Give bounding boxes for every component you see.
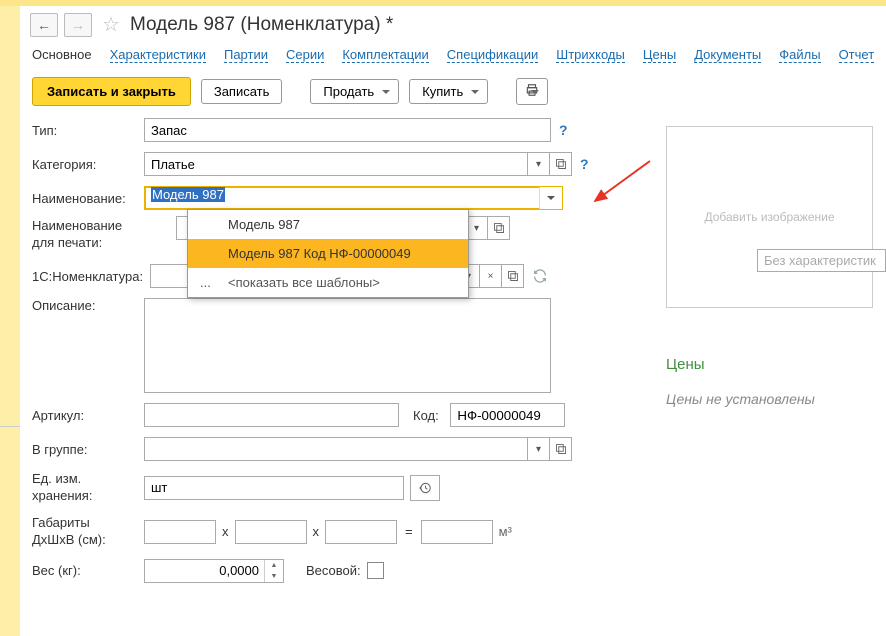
description-label: Описание: [32, 298, 144, 313]
tab-prices[interactable]: Цены [643, 47, 676, 63]
dim-equals: = [405, 524, 413, 539]
name-dropdown-option-2[interactable]: Модель 987 Код НФ-00000049 [188, 239, 468, 268]
type-label: Тип: [32, 123, 144, 138]
group-dropdown-button[interactable]: ▾ [528, 437, 550, 461]
nomenclature-label: 1С:Номенклатура: [32, 269, 150, 284]
unit-cubic-meter: м³ [499, 524, 512, 539]
code-input[interactable] [450, 403, 565, 427]
article-input[interactable] [144, 403, 399, 427]
description-textarea[interactable] [144, 298, 551, 393]
tab-main[interactable]: Основное [32, 47, 92, 63]
save-and-close-button[interactable]: Записать и закрыть [32, 77, 191, 106]
name-dropdown-option-1[interactable]: Модель 987 [188, 210, 468, 239]
dim-volume-input[interactable] [421, 520, 493, 544]
dims-label-1: Габариты [32, 515, 144, 532]
weight-flag-label: Весовой: [306, 563, 361, 578]
group-label: В группе: [32, 442, 144, 457]
name-dropdown-show-all[interactable]: <показать все шаблоны> [188, 268, 468, 297]
tab-complect[interactable]: Комплектации [342, 47, 428, 63]
weight-flag-checkbox[interactable] [367, 562, 384, 579]
group-input[interactable] [144, 437, 528, 461]
category-input[interactable] [144, 152, 528, 176]
open-external-icon [493, 222, 505, 234]
clock-back-icon [418, 481, 432, 495]
unit-history-button[interactable] [410, 475, 440, 501]
name-print-dropdown-button[interactable]: ▾ [466, 216, 488, 240]
name-print-label-1: Наименование [32, 218, 144, 235]
open-external-icon [555, 158, 567, 170]
dim-x1: x [222, 524, 229, 539]
category-label: Категория: [32, 157, 144, 172]
characteristics-select[interactable]: Без характеристик [757, 249, 886, 272]
prices-heading: Цены [666, 356, 876, 373]
name-dropdown-list: Модель 987 Модель 987 Код НФ-00000049 <п… [187, 209, 469, 298]
sell-dropdown-button[interactable]: Продать [310, 79, 399, 104]
save-button[interactable]: Записать [201, 79, 283, 104]
print-dropdown-button[interactable] [516, 78, 548, 105]
type-input[interactable] [144, 118, 551, 142]
dim-width-input[interactable] [235, 520, 307, 544]
weight-spinner[interactable]: ▲▼ [264, 560, 283, 582]
unit-input[interactable] [144, 476, 404, 500]
name-label: Наименование: [32, 191, 144, 206]
no-prices-text: Цены не установлены [666, 391, 876, 407]
name-input[interactable]: Модель 987 [145, 187, 539, 209]
printer-icon [525, 83, 539, 97]
open-external-icon [555, 443, 567, 455]
image-placeholder[interactable]: Добавить изображение [666, 126, 873, 308]
tab-characteristics[interactable]: Характеристики [110, 47, 206, 63]
group-open-button[interactable] [550, 437, 572, 461]
tab-files[interactable]: Файлы [779, 47, 820, 63]
dims-label-2: ДхШхВ (см): [32, 532, 144, 549]
tab-documents[interactable]: Документы [694, 47, 761, 63]
tab-specs[interactable]: Спецификации [447, 47, 539, 63]
favorite-star-icon[interactable]: ☆ [102, 12, 120, 37]
article-label: Артикул: [32, 408, 144, 423]
open-external-icon [507, 270, 519, 282]
name-dropdown-button[interactable] [539, 187, 562, 209]
dim-x2: x [313, 524, 320, 539]
tab-barcodes[interactable]: Штрихкоды [556, 47, 625, 63]
tab-parties[interactable]: Партии [224, 47, 268, 63]
unit-label-2: хранения: [32, 488, 144, 505]
nomenclature-open-button[interactable] [502, 264, 524, 288]
name-print-open-button[interactable] [488, 216, 510, 240]
tab-series[interactable]: Серии [286, 47, 324, 63]
buy-dropdown-button[interactable]: Купить [409, 79, 488, 104]
weight-input[interactable] [144, 559, 284, 583]
tab-reports[interactable]: Отчет [839, 47, 875, 63]
category-dropdown-button[interactable]: ▾ [528, 152, 550, 176]
weight-label: Вес (кг): [32, 563, 144, 578]
nav-forward-button[interactable]: → [64, 13, 92, 37]
nomenclature-clear-button[interactable]: × [480, 264, 502, 288]
dim-length-input[interactable] [144, 520, 216, 544]
unit-label-1: Ед. изм. [32, 471, 144, 488]
dim-height-input[interactable] [325, 520, 397, 544]
nav-back-button[interactable]: ← [30, 13, 58, 37]
category-open-button[interactable] [550, 152, 572, 176]
type-help-icon[interactable]: ? [559, 122, 568, 138]
category-help-icon[interactable]: ? [580, 156, 589, 172]
name-print-label-2: для печати: [32, 235, 144, 252]
tabs-bar: Основное Характеристики Партии Серии Ком… [20, 43, 886, 71]
code-label: Код: [413, 408, 439, 423]
page-title: Модель 987 (Номенклатура) * [130, 14, 393, 36]
sync-icon[interactable] [530, 266, 550, 286]
